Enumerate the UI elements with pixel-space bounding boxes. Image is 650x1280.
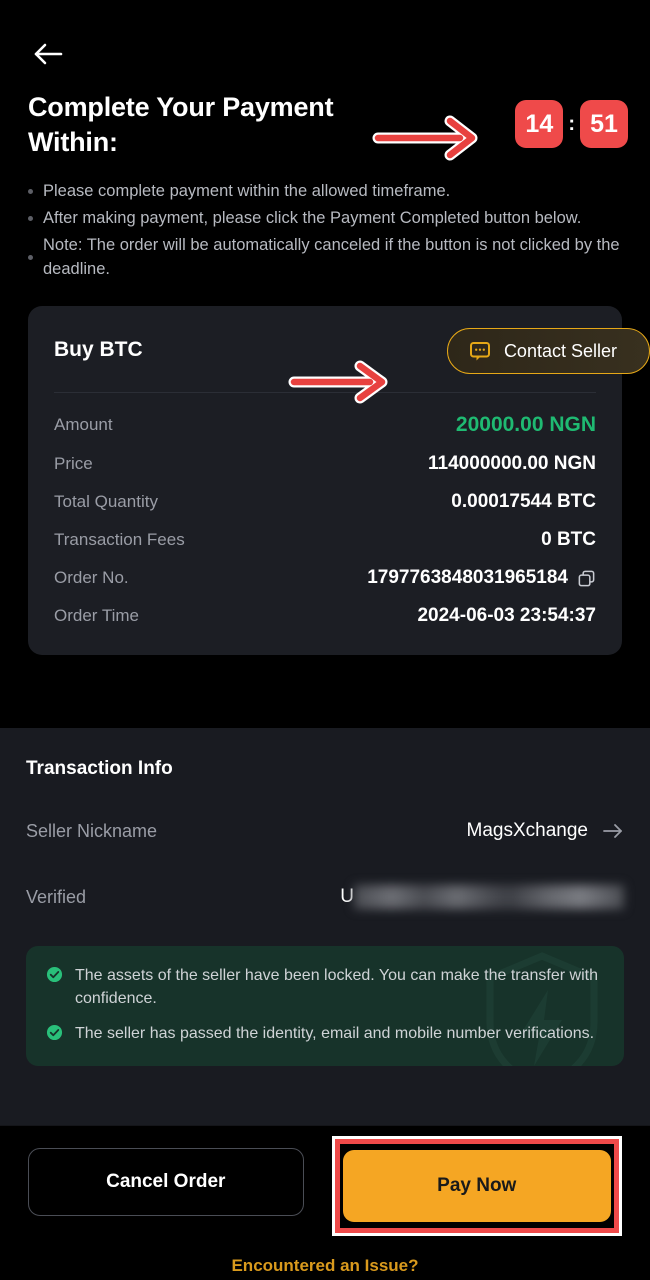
seller-nickname-value-group: MagsXchange — [467, 820, 624, 842]
assurance-item: The seller has passed the identity, emai… — [46, 1022, 604, 1046]
contact-seller-button[interactable]: Contact Seller — [446, 328, 650, 375]
order-row-price: Price 114000000.00 NGN — [54, 445, 596, 483]
verified-value-group: U — [340, 885, 624, 909]
seller-nickname-row[interactable]: Seller Nickname MagsXchange — [26, 816, 624, 846]
check-circle-icon — [46, 1024, 63, 1046]
contact-seller-label: Contact Seller — [503, 340, 617, 361]
order-summary-card: Buy BTC Contact Seller Amount 20000.00 N… — [28, 306, 650, 656]
arrow-right-icon — [603, 824, 622, 838]
redacted-value-blur — [354, 885, 624, 909]
list-item: Note: The order will be automatically ca… — [28, 233, 622, 283]
instructions-list: Please complete payment within the allow… — [28, 179, 622, 282]
row-value: 20000.00 NGN — [455, 413, 596, 437]
heading-section: Complete Your Payment Within: 14 : 51 — [0, 90, 650, 159]
bottom-action-bar: Cancel Order Pay Now Encountered an Issu… — [0, 1125, 650, 1280]
list-item: After making payment, please click the P… — [28, 206, 622, 231]
transaction-info-title: Transaction Info — [26, 758, 173, 779]
instruction-text: Please complete payment within the allow… — [43, 182, 451, 201]
seller-assurance-box: The assets of the seller have been locke… — [26, 946, 624, 1067]
timer-separator: : — [568, 112, 575, 135]
row-label: Order No. — [54, 568, 129, 588]
assurance-text: The seller has passed the identity, emai… — [75, 1025, 595, 1043]
row-value: 114000000.00 NGN — [428, 453, 596, 475]
timer-seconds: 51 — [580, 100, 628, 148]
row-value: 0.00017544 BTC — [451, 491, 596, 513]
order-row-order-no: Order No. 1797763848031965184 — [54, 559, 596, 597]
verified-row: Verified U — [26, 882, 624, 912]
row-label: Amount — [54, 415, 113, 435]
instruction-text: After making payment, please click the P… — [43, 208, 582, 227]
verified-label: Verified — [26, 886, 87, 907]
copy-icon[interactable] — [577, 569, 596, 588]
pay-now-button[interactable]: Pay Now — [342, 1150, 611, 1222]
row-label: Order Time — [54, 606, 140, 626]
bullet-dot-icon — [28, 188, 33, 194]
cancel-order-button[interactable]: Cancel Order — [28, 1148, 304, 1216]
row-value: 2024-06-03 23:54:37 — [417, 605, 596, 627]
countdown-timer: 14 : 51 — [515, 100, 628, 148]
order-row-amount: Amount 20000.00 NGN — [54, 405, 596, 445]
seller-nickname-value: MagsXchange — [466, 820, 588, 841]
row-value-group: 1797763848031965184 — [367, 567, 596, 589]
arrow-left-icon — [34, 43, 63, 65]
order-type-title: Buy BTC — [54, 338, 143, 362]
page-title: Complete Your Payment Within: — [28, 92, 334, 157]
order-row-transaction-fees: Transaction Fees 0 BTC — [54, 521, 596, 559]
assurance-text: The assets of the seller have been locke… — [75, 967, 598, 1008]
order-number-value: 1797763848031965184 — [367, 567, 568, 589]
action-button-row: Cancel Order Pay Now — [0, 1126, 650, 1236]
row-label: Total Quantity — [54, 492, 158, 512]
order-row-order-time: Order Time 2024-06-03 23:54:37 — [54, 597, 596, 635]
check-circle-icon — [46, 966, 63, 1010]
assurance-item: The assets of the seller have been locke… — [46, 964, 604, 1010]
instruction-text: Note: The order will be automatically ca… — [43, 235, 620, 279]
list-item: Please complete payment within the allow… — [28, 179, 622, 204]
top-bar — [0, 0, 650, 90]
back-button[interactable] — [28, 38, 70, 70]
row-value: 0 BTC — [541, 529, 596, 551]
timer-minutes: 14 — [515, 100, 564, 148]
highlight-pay-now: Pay Now — [331, 1136, 622, 1236]
bullet-dot-icon — [28, 254, 33, 260]
order-row-total-quantity: Total Quantity 0.00017544 BTC — [54, 483, 596, 521]
verified-value-prefix: U — [340, 886, 354, 907]
seller-nickname-label: Seller Nickname — [26, 820, 158, 841]
highlight-inner: Pay Now — [339, 1144, 614, 1228]
chat-bubble-icon — [469, 342, 490, 361]
payment-screen: Complete Your Payment Within: 14 : 51 Pl… — [0, 0, 650, 1280]
bullet-dot-icon — [28, 215, 33, 221]
encountered-issue-link[interactable]: Encountered an Issue? — [0, 1256, 650, 1276]
row-label: Transaction Fees — [54, 530, 185, 550]
row-label: Price — [54, 454, 93, 474]
card-divider — [54, 392, 596, 394]
